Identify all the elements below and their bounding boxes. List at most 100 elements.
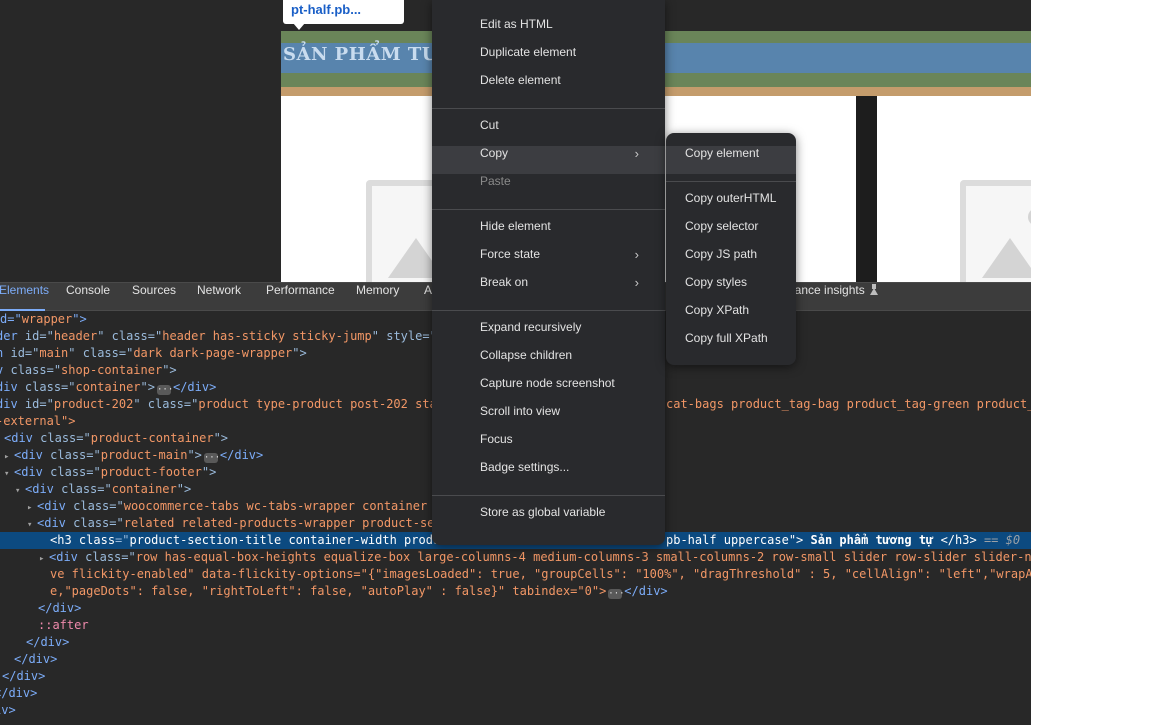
menu-item-copy-selector[interactable]: Copy selector [666,219,796,247]
menu-item-expand-recursively[interactable]: Expand recursively [432,320,665,348]
menu-item-copy-styles[interactable]: Copy styles [666,275,796,303]
menu-item-copy[interactable]: Copy › [432,146,665,174]
dom-node-line[interactable]: ▾<div class="product-container"> [0,430,228,447]
tag-name: h3 [57,533,72,547]
attr-value: dark dark-page-wrapper [133,346,293,360]
dom-node-line[interactable]: ▸ <div class="product-main"> ···</div> [4,447,263,464]
dom-node-line-wrap: e,"pageDots": false, "rightToLeft": fals… [50,584,668,599]
menu-item-break-on[interactable]: Break on › [432,275,665,303]
collapsed-ellipsis-icon[interactable]: ··· [156,385,173,395]
menu-item-capture-node-screenshot[interactable]: Capture node screenshot [432,376,665,404]
menu-item-duplicate-element[interactable]: Duplicate element [432,45,665,73]
dom-node-line[interactable]: ::after [38,617,89,634]
menu-item-copy-outerhtml[interactable]: Copy outerHTML [666,191,796,219]
collapsed-ellipsis-icon[interactable]: ··· [203,453,220,463]
tag-name: div [0,380,18,394]
attr-value: ve flickity-enabled" data-flickity-optio… [50,567,1031,581]
attr-value: woocommerce-tabs wc-tabs-wrapper contain… [123,499,442,513]
menu-item-scroll-into-view[interactable]: Scroll into view [432,404,665,432]
menu-item-copy-full-xpath[interactable]: Copy full XPath [666,331,796,359]
expand-triangle-icon[interactable]: ▸ [39,551,49,568]
menu-item-store-as-global-variable[interactable]: Store as global variable [432,505,665,533]
dom-node-line[interactable]: div class="container">···</div> [0,379,216,396]
dom-node-line[interactable]: </div> [0,685,37,702]
dom-node-line[interactable]: iv> [0,702,16,719]
attr-name: class [85,550,122,564]
attr-name: class [24,380,62,394]
dom-node-line[interactable]: </div> [26,634,69,651]
dom-node-line[interactable]: </div> [14,651,57,668]
dom-node-line[interactable]: div id="product-202" class="product type… [0,396,444,413]
dom-node-line[interactable]: ▾ <div class="product-footer"> [4,464,216,481]
tag-name: div [32,482,54,496]
tab-console[interactable]: Console [66,283,110,311]
tag-name: div [0,397,18,411]
tab-elements[interactable]: Elements [0,283,49,311]
dom-node-line[interactable]: </div> [2,668,45,685]
tag-name: div [21,448,43,462]
expand-triangle-icon[interactable]: ▾ [15,483,25,500]
tab-performance-insights[interactable]: nance insights [788,283,879,311]
menu-item-badge-settings[interactable]: Badge settings... [432,460,665,488]
dom-node-line[interactable]: ▸ <div class="row has-equal-box-heights e… [39,549,1031,566]
closing-tag: </div> [172,380,217,394]
menu-separator [432,209,665,210]
dom-node-line-wrap: ve flickity-enabled" data-flickity-optio… [50,566,1031,583]
tab-performance[interactable]: Performance [266,283,335,311]
product-card[interactable] [877,96,1031,282]
closing-tag: </div> [26,635,70,649]
attr-name: class [10,363,47,377]
collapsed-ellipsis-icon[interactable]: ··· [608,589,625,599]
attr-name: class [50,465,87,479]
dom-line-continuation: cat-bags product_tag-bag product_tag-gre… [666,396,1031,413]
tab-memory[interactable]: Memory [356,283,399,311]
node-text: Sản phẩm tương tự [810,533,934,547]
menu-item-force-state-label: Force state [480,247,541,261]
dom-node-line[interactable]: v class="shop-container"> [0,362,177,379]
attr-value: -external"> [0,414,76,428]
menu-item-delete-element[interactable]: Delete element [432,73,665,101]
attr-name: id [24,397,40,411]
tag-name: v [0,363,3,377]
menu-item-focus[interactable]: Focus [432,432,665,460]
copy-submenu: Copy element Copy outerHTML Copy selecto… [666,133,796,365]
menu-item-copy-xpath[interactable]: Copy XPath [666,303,796,331]
dom-node-line[interactable]: ▸ <div class="woocommerce-tabs wc-tabs-wr… [27,498,442,515]
closing-tag: </h3> [940,533,977,547]
menu-item-collapse-children[interactable]: Collapse children [432,348,665,376]
dom-text: "> [72,312,87,326]
closing-tag: </div> [2,669,46,683]
tab-network[interactable]: Network [197,283,241,311]
menu-item-cut[interactable]: Cut [432,118,665,146]
menu-item-break-on-label: Break on [480,275,529,289]
expand-triangle-icon[interactable]: ▾ [4,466,14,483]
chevron-right-icon: › [634,275,639,290]
menu-item-hide-element[interactable]: Hide element [432,219,665,247]
attr-name: class [73,516,110,530]
menu-item-edit-attribute[interactable]: Edit attribute [432,0,665,17]
attr-value: related related-products-wrapper product… [123,516,442,530]
menu-item-force-state[interactable]: Force state › [432,247,665,275]
tab-application[interactable]: A [424,283,432,311]
closing-tag: </div> [219,448,264,462]
dom-node-line[interactable]: ▾ <div class="container"> [15,481,191,498]
attr-value: row has-equal-box-heights equalize-box l… [135,550,1031,564]
tab-sources[interactable]: Sources [132,283,176,311]
attr-value: wrapper [21,312,73,326]
menu-item-edit-as-html[interactable]: Edit as HTML [432,17,665,45]
chevron-right-icon: › [634,146,639,161]
closing-tag: </div> [0,686,38,700]
console-ref: == $0 [983,533,1021,547]
dom-node-line[interactable]: ▾ <div class="related related-products-wr… [27,515,442,532]
dom-node-line[interactable]: der id="header" class="header has-sticky… [0,328,451,345]
dom-node-line[interactable]: -external"> [0,413,75,430]
menu-item-copy-js-path[interactable]: Copy JS path [666,247,796,275]
menu-item-copy-element[interactable]: Copy element [666,146,796,174]
dom-node-line[interactable]: n id="main" class="dark dark-page-wrappe… [0,345,307,362]
context-menu: Edit attribute Edit as HTML Duplicate el… [432,0,665,545]
dom-node-line[interactable]: </div> [38,600,81,617]
attr-value: shop-container [61,363,163,377]
attr-name: id [24,329,40,343]
attr-value: product-section-title container-width pr… [129,533,448,547]
dom-node-line[interactable]: d="wrapper"> [0,311,87,328]
